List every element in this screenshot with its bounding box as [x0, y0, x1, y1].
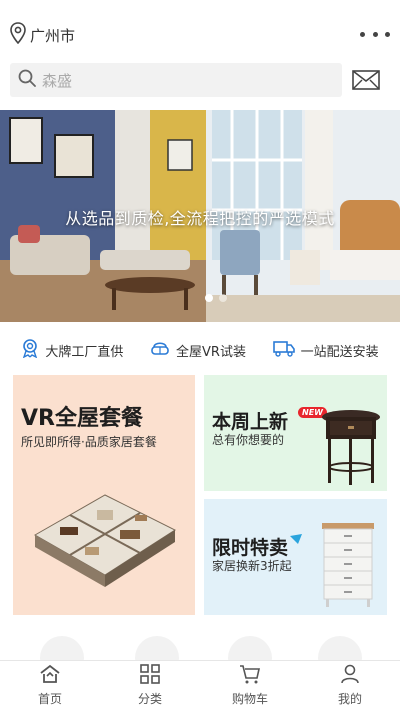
pagination-dot[interactable]: [219, 294, 227, 302]
banner-pagination: [205, 294, 227, 302]
search-placeholder: 森盛: [42, 71, 73, 90]
cart-icon: [239, 664, 261, 688]
location-selector[interactable]: 广州市: [10, 22, 75, 48]
category-icon: [140, 664, 160, 688]
tab-label: 首页: [37, 692, 62, 706]
search-input[interactable]: 森盛: [10, 63, 342, 97]
feature-label: 一站配送安装: [300, 344, 379, 360]
home-icon: [39, 664, 61, 688]
tab-label: 分类: [137, 692, 162, 706]
user-icon: [340, 664, 360, 688]
feature-label: 大牌工厂直供: [45, 344, 124, 360]
promo-flash-sale[interactable]: 限时特卖 家居换新3折起: [204, 499, 387, 615]
sparkle-icon: [290, 529, 302, 548]
promo-subtitle: 家居换新3折起: [212, 559, 292, 573]
promo-title: 本周上新: [212, 411, 289, 433]
tab-home[interactable]: 首页: [0, 661, 100, 710]
promo-subtitle: 所见即所得·品质家居套餐: [21, 435, 157, 449]
feature-item: 大牌工厂直供: [21, 338, 123, 362]
category-row-peek: [0, 630, 400, 680]
city-label: 广州市: [30, 26, 76, 45]
badge-icon: [21, 338, 39, 362]
feature-item: 一站配送安装: [272, 339, 379, 361]
feature-label: 全屋VR试装: [176, 344, 246, 360]
feature-strip: 大牌工厂直供 全屋VR试装 一站配送安装: [0, 330, 400, 370]
promo-subtitle: 总有你想要的: [212, 433, 285, 447]
promo-title: 限时特卖: [212, 537, 289, 559]
tab-cart[interactable]: 购物车: [200, 661, 300, 710]
tab-profile[interactable]: 我的: [300, 661, 400, 710]
delivery-truck-icon: [272, 339, 295, 361]
vr-headset-icon: [150, 338, 170, 362]
pagination-dot-active[interactable]: [205, 294, 213, 302]
tab-label: 购物车: [231, 692, 268, 706]
search-icon: [18, 69, 36, 91]
location-pin-icon: [10, 22, 26, 48]
dot-icon: [360, 31, 365, 37]
dot-icon: [372, 31, 378, 37]
dot-icon: [385, 31, 390, 37]
message-button[interactable]: [352, 69, 380, 91]
dresser-image: [322, 523, 374, 607]
feature-item: 全屋VR试装: [150, 338, 246, 362]
promo-new-arrivals[interactable]: 本周上新 NEW 总有你想要的: [204, 375, 387, 491]
more-menu-button[interactable]: [360, 24, 390, 44]
app-screen: 广州市 森盛 从选品到质检,全流程把控的严选模式 大牌工厂直供 全屋VR试装 一…: [0, 0, 400, 710]
tab-label: 我的: [337, 692, 362, 706]
promo-title: VR全屋套餐: [21, 406, 143, 431]
banner-caption: 从选品到质检,全流程把控的严选模式: [65, 209, 335, 228]
tab-category[interactable]: 分类: [100, 661, 200, 710]
3d-floorplan-image: [33, 494, 177, 587]
side-table-image: [322, 410, 380, 485]
top-bar: 广州市: [0, 0, 400, 60]
mail-icon: [352, 70, 380, 90]
hero-banner[interactable]: 从选品到质检,全流程把控的严选模式: [0, 110, 400, 322]
promo-vr-package[interactable]: VR全屋套餐 所见即所得·品质家居套餐: [13, 375, 195, 615]
bottom-tab-bar: 首页 分类 购物车 我的: [0, 660, 400, 710]
